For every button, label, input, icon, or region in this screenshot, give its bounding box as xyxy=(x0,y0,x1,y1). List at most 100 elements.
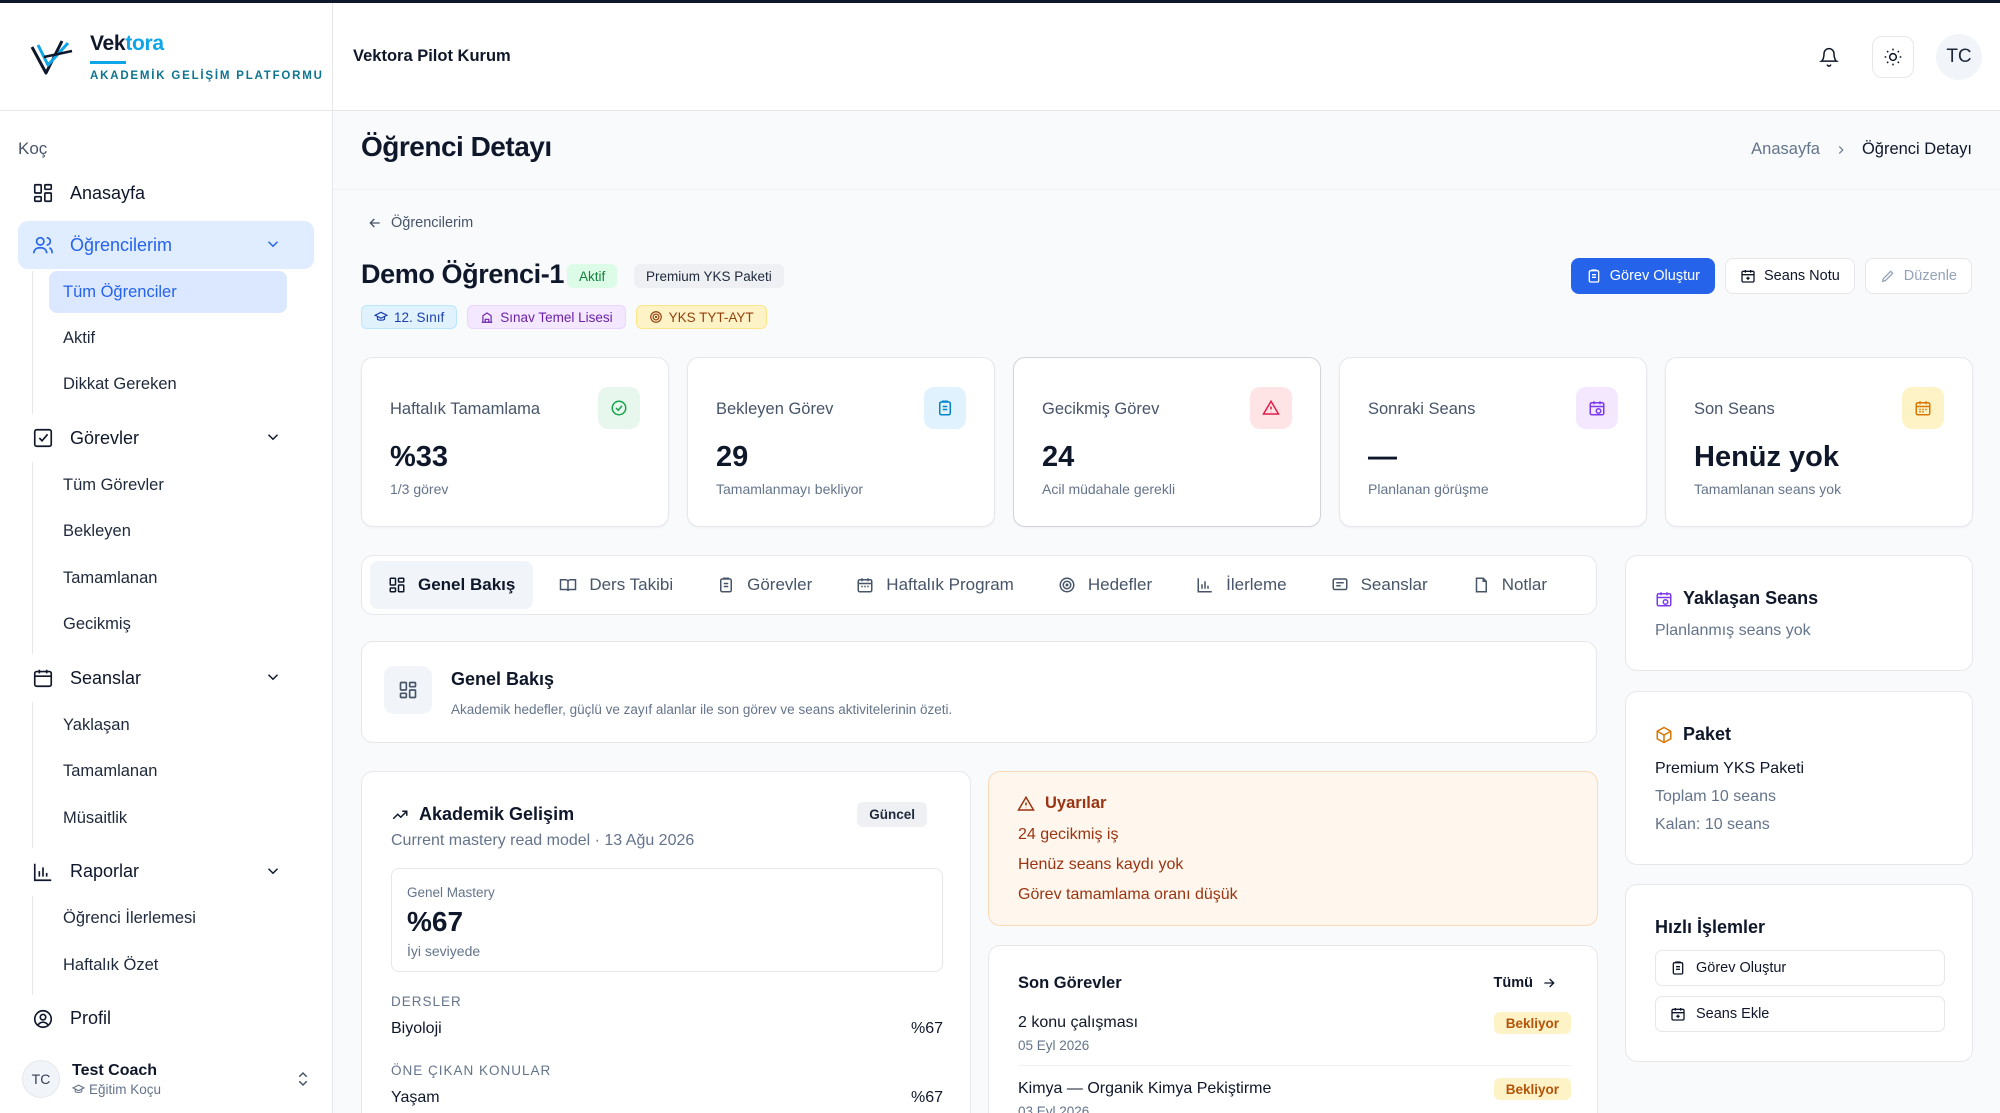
alert-triangle-icon xyxy=(1017,795,1035,813)
tab-overview[interactable]: Genel Bakış xyxy=(370,561,534,609)
sidebar-item-tasks[interactable]: Görevler xyxy=(18,414,314,462)
sidebar-item-profile[interactable]: Profil xyxy=(18,995,314,1043)
status-badge: Bekliyor xyxy=(1493,1012,1571,1034)
calendar-clock-icon xyxy=(1655,590,1673,608)
tab-tasks[interactable]: Görevler xyxy=(699,561,830,609)
user-avatar-button[interactable]: TC xyxy=(1936,34,1982,80)
target-icon xyxy=(649,310,663,324)
stat-pending-tasks: Bekleyen Görev 29 Tamamlanmayı bekliyor xyxy=(687,357,995,527)
page-title: Öğrenci Detayı xyxy=(361,131,552,162)
tab-progress[interactable]: İlerleme xyxy=(1178,561,1304,609)
sidebar-item-label: Anasayfa xyxy=(70,182,146,203)
user-menu[interactable]: TC Test Coach Eğitim Koçu xyxy=(22,1054,312,1104)
upcoming-title: Yaklaşan Seans xyxy=(1655,588,1818,609)
back-link[interactable]: Öğrencilerim xyxy=(367,215,473,231)
students-submenu: Tüm Öğrenciler Aktif Dikkat Gereken xyxy=(32,271,314,414)
view-all-tasks-link[interactable]: Tümü xyxy=(1494,975,1557,991)
tab-weekly-program[interactable]: Haftalık Program xyxy=(838,561,1032,609)
sun-icon xyxy=(1883,47,1903,67)
notifications-button[interactable] xyxy=(1808,36,1850,78)
academic-subtitle: Current mastery read model · 13 Ağu 2026 xyxy=(391,832,695,849)
task-item[interactable]: 2 konu çalışması 05 Eyl 2026 Bekliyor xyxy=(1018,1012,1571,1053)
package-badge: Premium YKS Paketi xyxy=(634,264,784,288)
lessons-header: DERSLER xyxy=(391,994,462,1009)
graduation-cap-icon xyxy=(72,1083,85,1096)
calendar-plus-icon xyxy=(1670,1006,1686,1022)
alert-triangle-icon xyxy=(1250,387,1292,429)
avatar: TC xyxy=(22,1060,60,1098)
calendar-icon xyxy=(32,667,54,689)
user-circle-icon xyxy=(32,1008,54,1030)
sidebar-subitem-all-tasks[interactable]: Tüm Görevler xyxy=(49,462,314,509)
sidebar-nav: Koç Anasayfa Öğrencilerim Tüm Öğrenciler… xyxy=(0,139,332,1043)
sidebar-subitem-pending[interactable]: Bekleyen xyxy=(49,509,314,556)
sidebar-subitem-completed[interactable]: Tamamlanan xyxy=(49,555,314,602)
tab-sessions[interactable]: Seanslar xyxy=(1313,561,1446,609)
sidebar-item-label: Öğrencilerim xyxy=(70,234,173,255)
school-icon xyxy=(480,310,494,324)
overview-section: Genel Bakış Akademik hedefler, güçlü ve … xyxy=(361,641,1597,743)
warnings-title: Uyarılar xyxy=(1017,794,1106,813)
file-icon xyxy=(1472,576,1490,594)
dashboard-icon xyxy=(388,576,406,594)
sidebar-subitem-student-progress[interactable]: Öğrenci İlerlemesi xyxy=(49,896,314,943)
tab-lessons[interactable]: Ders Takibi xyxy=(541,561,691,609)
dashboard-icon xyxy=(32,182,54,204)
create-task-button[interactable]: Görev Oluştur xyxy=(1570,258,1716,294)
session-note-button[interactable]: Seans Notu xyxy=(1725,258,1855,294)
sidebar-item-label: Profil xyxy=(70,1008,112,1028)
clipboard-icon xyxy=(1586,268,1602,284)
sidebar-subitem-completed-sessions[interactable]: Tamamlanan xyxy=(49,749,314,796)
calendar-clock-icon xyxy=(1576,387,1618,429)
user-name: Test Coach xyxy=(72,1061,158,1079)
trending-up-icon xyxy=(391,806,409,824)
sidebar-item-label: Raporlar xyxy=(70,861,140,881)
sidebar-item-reports[interactable]: Raporlar xyxy=(18,848,314,896)
quick-add-session-button[interactable]: Seans Ekle xyxy=(1655,996,1945,1032)
sidebar-item-students[interactable]: Öğrencilerim xyxy=(18,221,314,269)
brand-name: Vektora xyxy=(90,31,164,55)
sidebar-subitem-active[interactable]: Aktif xyxy=(49,315,314,362)
tab-notes[interactable]: Notlar xyxy=(1454,561,1565,609)
tasks-submenu: Tüm Görevler Bekleyen Tamamlanan Gecikmi… xyxy=(32,462,314,654)
chevron-down-icon xyxy=(264,428,282,446)
sidebar-item-home[interactable]: Anasayfa xyxy=(18,169,314,217)
current-badge: Güncel xyxy=(857,802,927,827)
stat-last-session: Son Seans Henüz yok Tamamlanan seans yok xyxy=(1665,357,1973,527)
sidebar-item-label: Görevler xyxy=(70,427,140,448)
warning-item: Henüz seans kaydı yok xyxy=(1018,856,1184,873)
chevron-right-icon xyxy=(1834,143,1848,157)
recent-tasks-card: Son Görevler Tümü 2 konu çalışması 05 Ey… xyxy=(988,945,1598,1113)
sidebar-subitem-availability[interactable]: Müsaitlik xyxy=(49,795,314,842)
book-open-icon xyxy=(559,576,577,594)
sidebar-item-sessions[interactable]: Seanslar xyxy=(18,654,314,702)
mastery-box: Genel Mastery %67 İyi seviyede xyxy=(391,868,943,972)
quick-actions-card: Hızlı İşlemler Görev Oluştur Seans Ekle xyxy=(1625,884,1973,1062)
organization-name: Vektora Pilot Kurum xyxy=(353,47,511,65)
nav-section-label: Koç xyxy=(18,139,48,158)
school-tag: Sınav Temel Lisesi xyxy=(467,305,626,329)
check-circle-icon xyxy=(598,387,640,429)
chevron-up-down-icon xyxy=(294,1069,312,1089)
sidebar-subitem-overdue[interactable]: Gecikmiş xyxy=(49,602,314,649)
brand[interactable]: Vektora AKADEMİK GELİŞİM PLATFORMU xyxy=(0,3,332,111)
chevron-down-icon xyxy=(264,862,282,880)
breadcrumb-home[interactable]: Anasayfa xyxy=(1751,140,1820,159)
theme-toggle-button[interactable] xyxy=(1872,36,1914,78)
chevron-down-icon xyxy=(264,668,282,686)
sidebar-subitem-weekly-summary[interactable]: Haftalık Özet xyxy=(49,942,314,989)
quick-create-task-button[interactable]: Görev Oluştur xyxy=(1655,950,1945,986)
checkbox-icon xyxy=(32,427,54,449)
tab-goals[interactable]: Hedefler xyxy=(1040,561,1170,609)
clipboard-icon xyxy=(924,387,966,429)
warning-item: Görev tamamlama oranı düşük xyxy=(1018,886,1238,903)
task-item[interactable]: Kimya — Organik Kimya Pekiştirme 03 Eyl … xyxy=(1018,1078,1571,1113)
sidebar-subitem-upcoming[interactable]: Yaklaşan xyxy=(49,702,314,749)
sidebar: Vektora AKADEMİK GELİŞİM PLATFORMU Koç A… xyxy=(0,3,333,1113)
quick-actions-title: Hızlı İşlemler xyxy=(1655,917,1766,937)
reports-submenu: Öğrenci İlerlemesi Haftalık Özet xyxy=(32,895,314,995)
sidebar-subitem-all-students[interactable]: Tüm Öğrenciler xyxy=(49,271,287,313)
edit-button[interactable]: Düzenle xyxy=(1864,258,1972,294)
upcoming-session-card: Yaklaşan Seans Planlanmış seans yok xyxy=(1625,555,1973,671)
sidebar-subitem-attention[interactable]: Dikkat Gereken xyxy=(49,362,314,409)
